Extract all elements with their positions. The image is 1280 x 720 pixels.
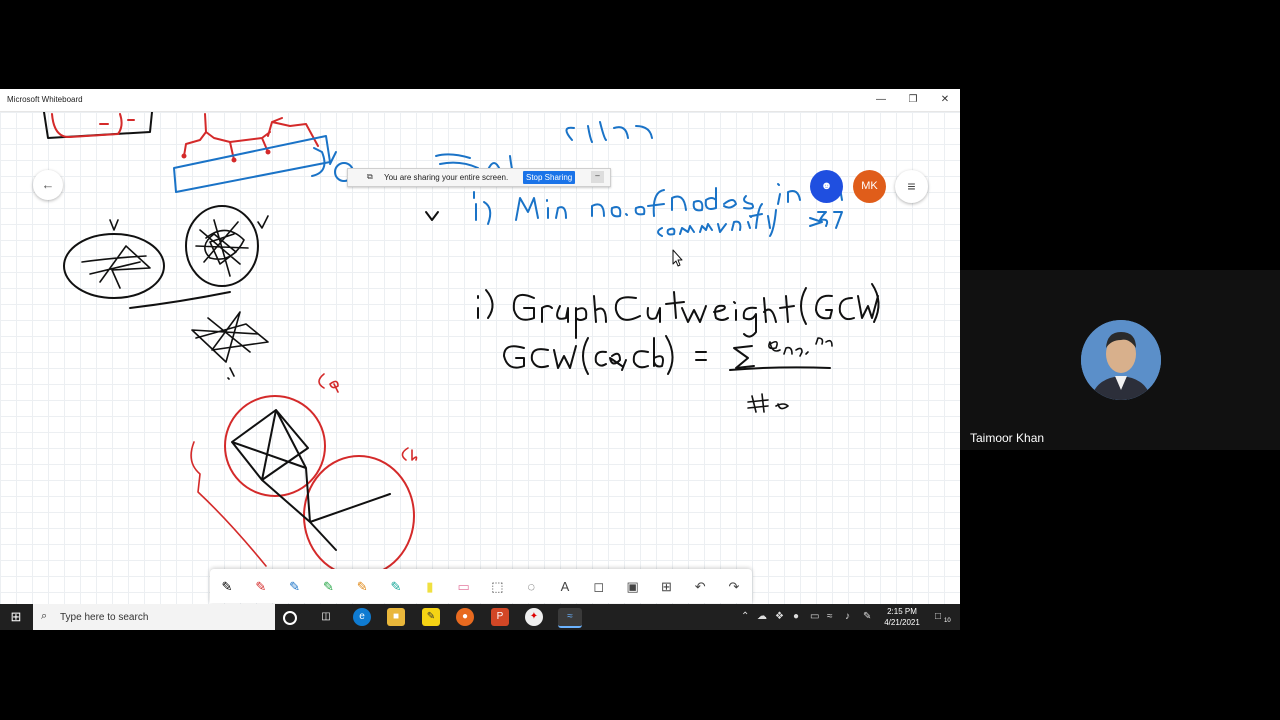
minimize-share-bar-button[interactable]: – [591,171,604,183]
pen-green-tool[interactable]: ✎ [315,573,341,601]
add-icon: ⊞ [660,579,672,594]
back-arrow-icon: ← [41,177,55,192]
pen-red-icon: ✎ [255,579,267,594]
firefox-icon[interactable]: ● [456,608,474,626]
pen-black-icon: ✎ [221,579,233,594]
task-view-icon[interactable]: ◫ [317,608,335,626]
windows-taskbar: ⊞ ⌕ Type here to search ◫ e ■ ✎ ● P ✦ ≈ … [0,604,960,630]
stop-sharing-button[interactable]: Stop Sharing [523,171,576,184]
dropbox-icon[interactable]: ❖ [775,611,784,622]
participant-video-panel: Taimoor Khan [960,270,1280,450]
pen-teal-icon: ✎ [390,579,402,594]
ruler-tool[interactable]: ◌ [518,573,544,601]
pen-blue-icon: ✎ [289,579,301,594]
inking-toolbar: ✎ ✎ ✎ ✎ ✎ ✎ ▮ ▭ ⬚ ◌ A ◻ ▣ ⊞ ↶ ↷ [210,569,752,603]
restore-button[interactable]: ❐ [897,89,929,111]
text-icon: A [560,579,570,594]
highlighter-icon: ▮ [426,579,434,594]
participant-initials: MK [861,180,878,192]
windows-start-icon[interactable]: ⊞ [7,608,25,626]
undo-icon: ↶ [694,579,706,594]
person-silhouette-icon [1081,320,1161,400]
undo-tool[interactable]: ↶ [687,573,713,601]
back-button[interactable]: ← [33,170,63,200]
whiteboard-taskbar-icon[interactable]: ≈ [558,608,582,628]
ruler-icon: ◌ [527,579,536,594]
eraser-tool[interactable]: ▭ [451,573,477,601]
pen-green-icon: ✎ [322,579,334,594]
sharing-message: You are sharing your entire screen. [384,173,509,182]
close-button[interactable]: ✕ [929,89,960,111]
clock-time: 2:15 PM [887,607,917,616]
taskbar-clock[interactable]: 2:15 PM 4/21/2021 [880,606,924,628]
onedrive-icon[interactable]: ☁ [757,611,767,622]
cortana-icon[interactable] [283,611,297,625]
search-icon: ⌕ [41,610,48,622]
screen-share-icon: ⧉ [367,172,373,181]
screen-sharing-notification: ⧉ You are sharing your entire screen. St… [347,168,611,187]
note-icon: ◻ [593,579,605,594]
sticky-notes-icon[interactable]: ✎ [422,608,440,626]
volume-icon[interactable]: ♪ [845,611,850,622]
whiteboard-canvas[interactable]: ← ⧉ You are sharing your entire screen. … [0,112,960,604]
image-tool[interactable]: ▣ [620,573,646,601]
pen-workspace-icon[interactable]: ✎ [863,611,871,622]
image-icon: ▣ [626,579,639,594]
text-tool[interactable]: A [552,573,578,601]
participant-video-thumbnail [1081,320,1161,400]
hamburger-menu-icon: ≡ [907,178,916,194]
participant-avatar[interactable]: ☻ [810,170,843,203]
pen-black-tool[interactable]: ✎ [214,573,240,601]
redo-tool[interactable]: ↷ [721,573,747,601]
pen-teal-tool[interactable]: ✎ [383,573,409,601]
highlighter-tool[interactable]: ▮ [417,573,443,601]
powerpoint-icon[interactable]: P [491,608,509,626]
edge-browser-icon[interactable]: e [353,608,371,626]
wifi-icon[interactable]: ≈ [827,611,833,622]
battery-icon[interactable]: ▭ [810,611,819,622]
pen-orange-icon: ✎ [356,579,368,594]
participant-name: Taimoor Khan [970,431,1045,445]
lasso-select-tool[interactable]: ⬚ [484,573,510,601]
search-placeholder: Type here to search [60,612,149,623]
file-explorer-icon[interactable]: ■ [387,608,405,626]
person-icon: ☻ [820,180,833,192]
settings-menu-button[interactable]: ≡ [895,170,928,203]
clock-date: 4/21/2021 [884,618,920,627]
whiteboard-window: Microsoft Whiteboard — ❐ ✕ ← ⧉ You are s… [0,89,960,604]
redo-icon: ↷ [728,579,740,594]
minimize-button[interactable]: — [865,89,897,111]
lasso-select-icon: ⬚ [491,579,504,594]
taskbar-search-box[interactable]: ⌕ Type here to search [33,604,275,630]
title-bar: Microsoft Whiteboard — ❐ ✕ [0,89,960,112]
microphone-icon[interactable]: ● [793,611,799,622]
note-tool[interactable]: ◻ [586,573,612,601]
add-tool[interactable]: ⊞ [653,573,679,601]
slack-icon[interactable]: ✦ [525,608,543,626]
notifications-icon[interactable]: □ [935,611,941,622]
pen-orange-tool[interactable]: ✎ [349,573,375,601]
notification-count: 10 [944,618,951,624]
eraser-icon: ▭ [457,579,470,594]
pen-blue-tool[interactable]: ✎ [282,573,308,601]
window-title: Microsoft Whiteboard [7,95,83,104]
show-hidden-icons-icon[interactable]: ⌃ [741,611,749,622]
participant-avatar-mk[interactable]: MK [853,170,886,203]
pen-red-tool[interactable]: ✎ [248,573,274,601]
